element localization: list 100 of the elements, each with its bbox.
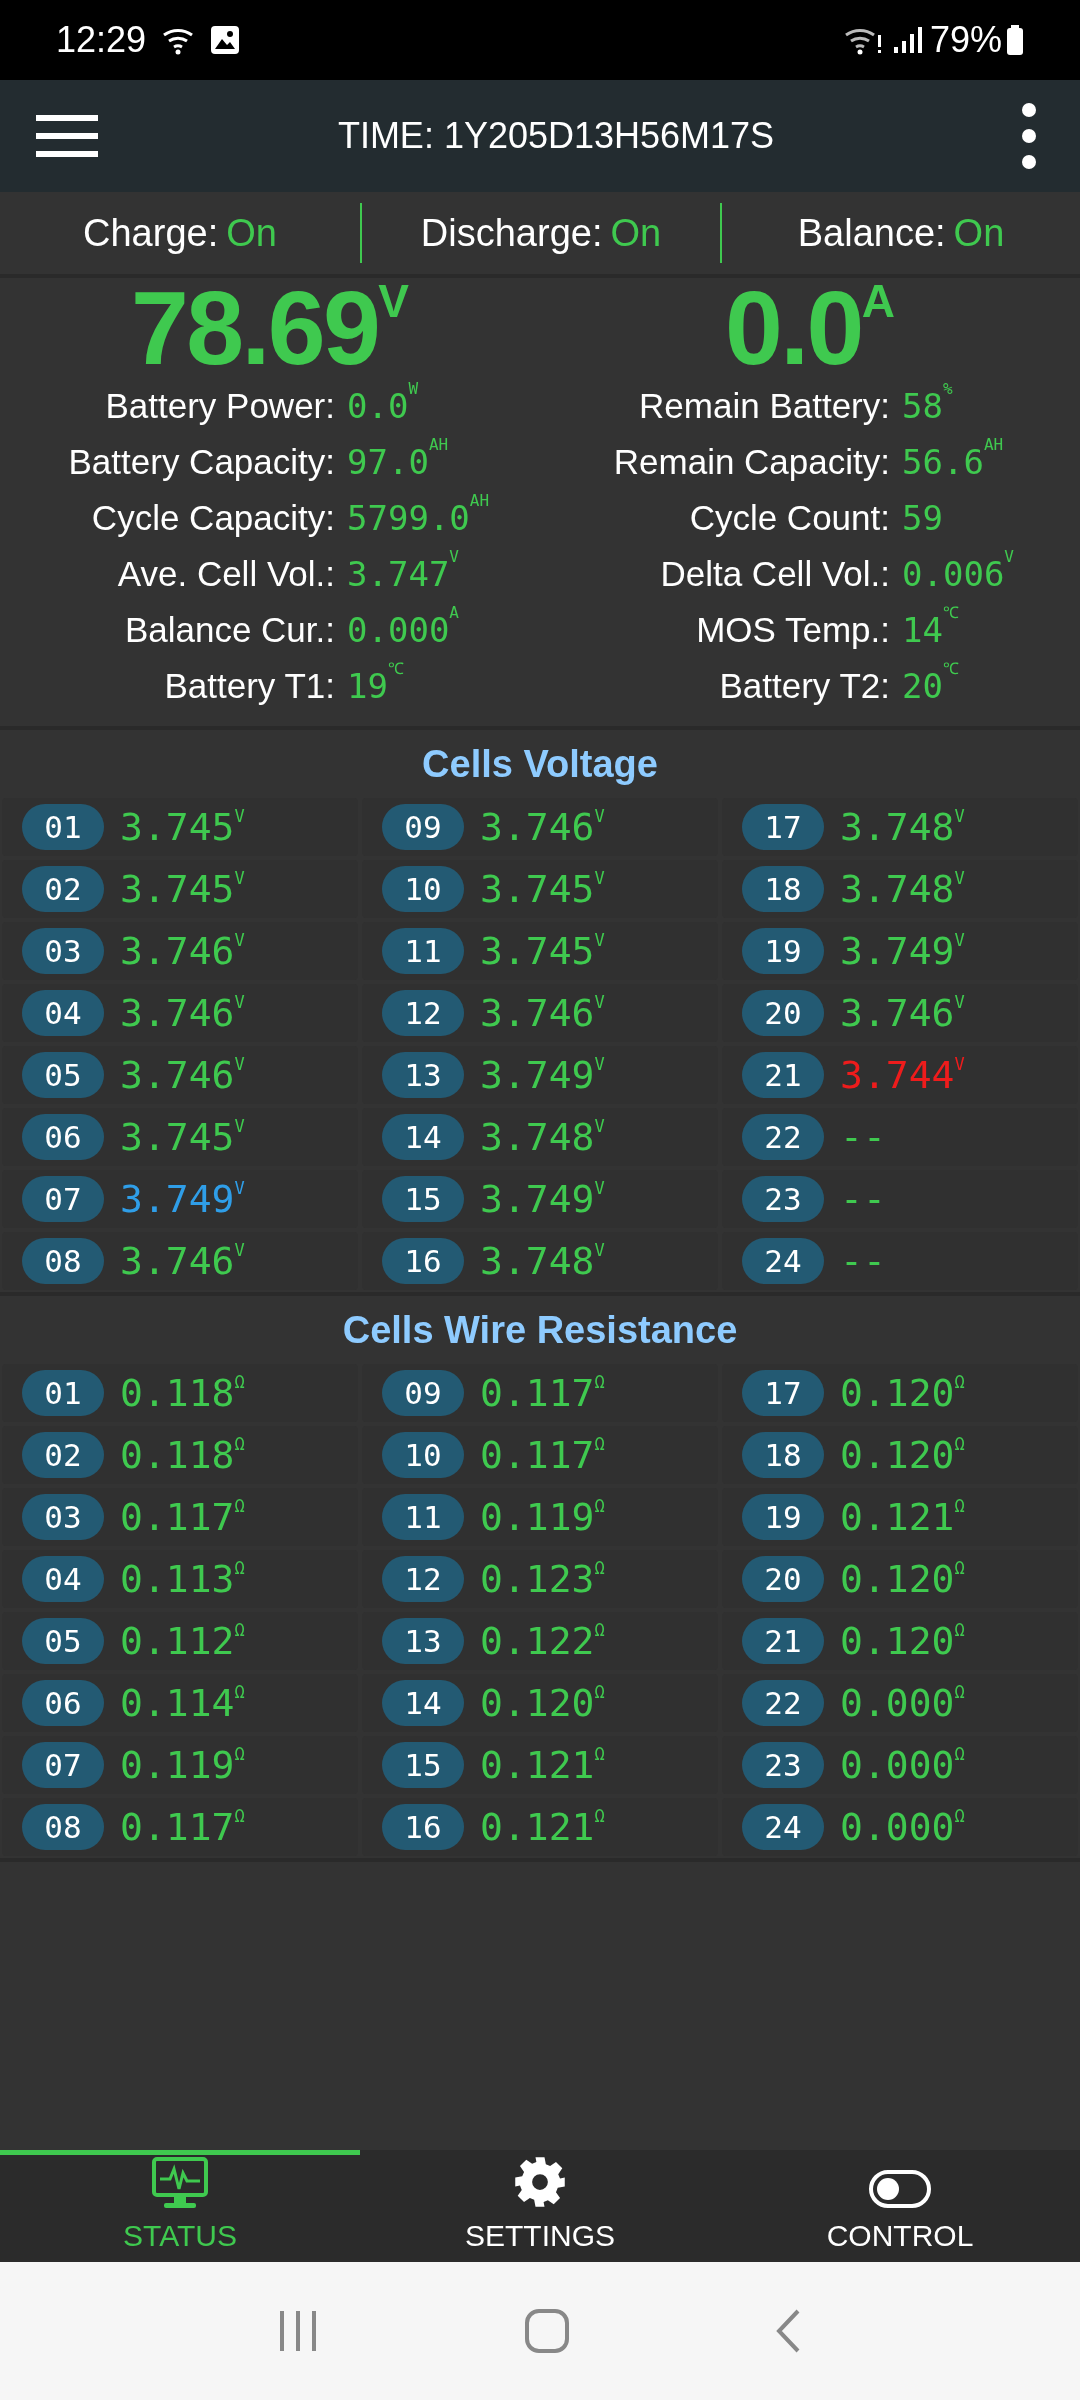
unit-label: V — [594, 1056, 605, 1073]
unit-label: Ω — [954, 1684, 965, 1701]
unit-label: V — [234, 870, 245, 887]
unit-label: V — [594, 994, 605, 1011]
flag-status: On — [953, 210, 1005, 256]
unit-label: V — [449, 548, 459, 565]
cell-value: 0.117 — [120, 1498, 235, 1536]
stat-value: 56.6 — [902, 441, 984, 484]
unit-label: V — [1004, 548, 1014, 565]
unit-label: V — [378, 278, 409, 324]
unit-label: Ω — [234, 1684, 245, 1701]
cell-number-badge: 11 — [382, 1494, 464, 1540]
cell-value: 3.746 — [120, 994, 235, 1032]
unit-label: V — [234, 994, 245, 1011]
stat-value: 97.0 — [347, 441, 429, 484]
unit-label: A — [861, 278, 895, 324]
unit-label: ℃ — [387, 660, 404, 677]
cell-value: 3.745 — [120, 1118, 235, 1156]
stat-value: 19 — [347, 664, 388, 708]
cell-value: 0.000 — [840, 1746, 955, 1784]
stat-label: Battery Power: — [104, 384, 335, 427]
cell-value: 0.120 — [480, 1684, 595, 1722]
flag-status: On — [610, 210, 662, 256]
cell-number-badge: 08 — [22, 1238, 104, 1284]
unit-label: A — [449, 604, 459, 621]
main-reading: 78.69 — [131, 278, 379, 378]
cell-value: 3.748 — [840, 870, 955, 908]
cell-value: 0.119 — [480, 1498, 595, 1536]
stat-label: MOS Temp.: — [695, 608, 890, 651]
cell-value: 3.745 — [480, 932, 595, 970]
stat-value: 0.006 — [902, 552, 1005, 596]
cell-number-badge: 03 — [22, 1494, 104, 1540]
unit-label: Ω — [234, 1498, 245, 1515]
flag-status: On — [226, 210, 277, 256]
unit-label: V — [234, 932, 245, 949]
unit-label: Ω — [234, 1622, 245, 1639]
cell-value: 3.749 — [480, 1180, 595, 1218]
cell-number-badge: 16 — [382, 1804, 464, 1850]
nav-tab[interactable]: SETTINGS — [360, 2150, 720, 2266]
cell-number-badge: 17 — [742, 804, 824, 850]
cell-number-badge: 14 — [382, 1114, 464, 1160]
unit-label: AH — [983, 436, 1004, 453]
nav-tab[interactable]: CONTROL — [720, 2150, 1080, 2266]
stat-label: Battery Capacity: — [67, 440, 335, 483]
flag-label: Discharge: — [420, 210, 603, 256]
flag-label: Charge: — [83, 210, 219, 256]
cell-number-badge: 05 — [22, 1618, 104, 1664]
unit-label: V — [954, 932, 965, 949]
stat-label: Remain Capacity: — [612, 440, 890, 483]
monitor-icon — [152, 2157, 208, 2209]
cell-number-badge: 13 — [382, 1618, 464, 1664]
cell-number-badge: 11 — [382, 928, 464, 974]
unit-label: Ω — [594, 1622, 605, 1639]
unit-label: Ω — [954, 1746, 965, 1763]
cell-value: 3.745 — [480, 870, 595, 908]
home-icon[interactable] — [524, 2308, 570, 2354]
cell-value: 3.746 — [480, 994, 595, 1032]
unit-label: AH — [428, 436, 449, 453]
stat-value: 3.747 — [347, 552, 450, 596]
unit-label: V — [234, 808, 245, 825]
cell-number-badge: 02 — [22, 866, 104, 912]
cell-value: -- — [840, 1242, 886, 1280]
unit-label: V — [234, 1242, 245, 1259]
section-title: Cells Voltage — [422, 741, 658, 787]
unit-label: % — [942, 380, 953, 397]
stat-value: 0.0 — [347, 385, 409, 428]
cell-number-badge: 07 — [22, 1742, 104, 1788]
back-icon[interactable] — [774, 2308, 802, 2354]
cell-value: 0.118 — [120, 1374, 235, 1412]
cell-value: 0.113 — [120, 1560, 235, 1598]
cell-number-badge: 06 — [22, 1680, 104, 1726]
cell-number-badge: 17 — [742, 1370, 824, 1416]
unit-label: V — [594, 1118, 605, 1135]
stat-label: Balance Cur.: — [123, 608, 335, 651]
cell-value: 3.745 — [120, 870, 235, 908]
cell-number-badge: 18 — [742, 866, 824, 912]
cell-number-badge: 19 — [742, 1494, 824, 1540]
cell-value: 3.749 — [480, 1056, 595, 1094]
flag-label: Balance: — [797, 210, 946, 256]
cell-number-badge: 10 — [382, 1432, 464, 1478]
cell-value: 0.000 — [840, 1684, 955, 1722]
cell-number-badge: 24 — [742, 1238, 824, 1284]
clock-text: 12:29 — [56, 18, 147, 62]
unit-label: V — [234, 1056, 245, 1073]
cell-number-badge: 04 — [22, 990, 104, 1036]
app-title: TIME: 1Y205D13H56M17S — [336, 114, 776, 158]
unit-label: Ω — [954, 1436, 965, 1453]
cell-number-badge: 23 — [742, 1742, 824, 1788]
cell-value: -- — [840, 1180, 886, 1218]
cell-value: 0.121 — [840, 1498, 955, 1536]
stat-value: 14 — [902, 608, 943, 652]
cell-number-badge: 13 — [382, 1052, 464, 1098]
cell-value: 0.117 — [480, 1374, 595, 1412]
cell-number-badge: 01 — [22, 804, 104, 850]
stat-label: Cycle Count: — [688, 496, 890, 539]
gear-icon — [513, 2155, 567, 2209]
section-title: Cells Wire Resistance — [342, 1307, 738, 1353]
unit-label: AH — [469, 492, 490, 509]
unit-label: V — [594, 870, 605, 887]
stat-label: Cycle Capacity: — [90, 496, 335, 539]
